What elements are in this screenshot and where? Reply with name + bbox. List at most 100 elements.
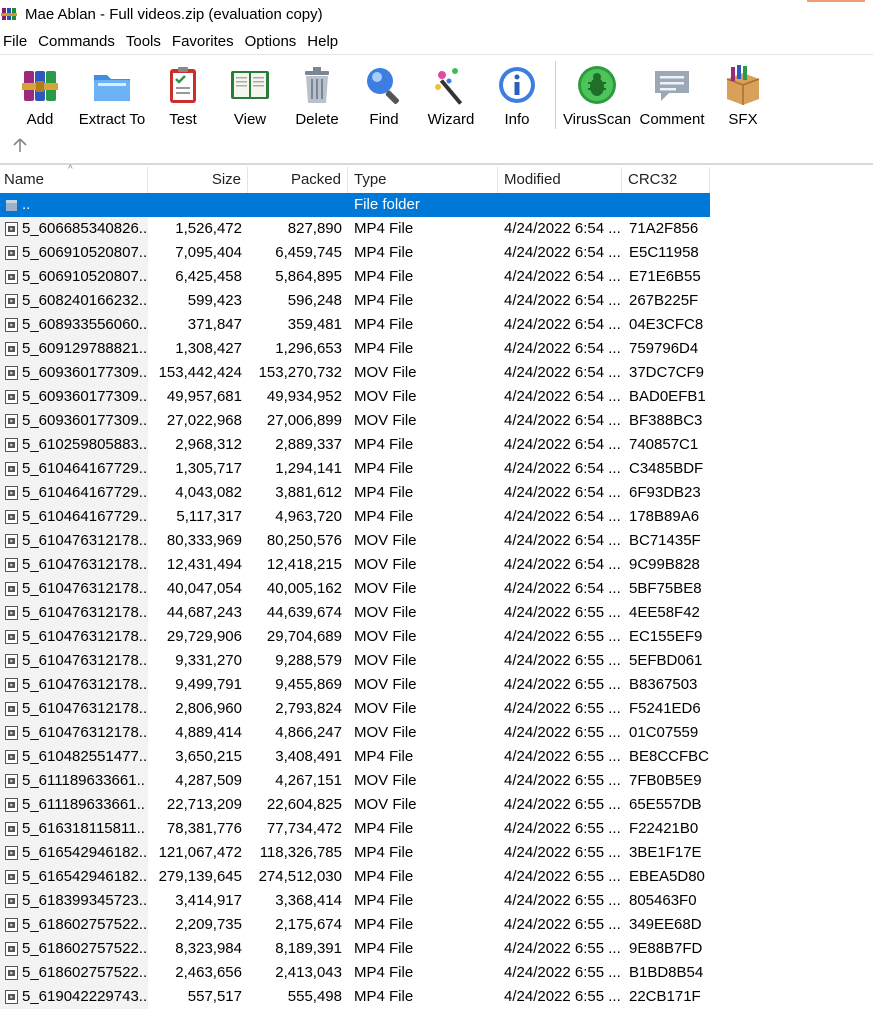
info-button[interactable]: Info [492,59,542,131]
file-row[interactable]: 5_610464167729... 4,043,082 3,881,612 MP4 F… [0,481,710,505]
file-size: 22,713,209 [166,796,242,813]
file-name: 5_610476312178... [22,556,146,573]
file-row[interactable]: 5_610482551477... 3,650,215 3,408,491 MP4 F… [0,745,710,769]
menu-commands[interactable]: Commands [35,30,119,54]
file-row[interactable]: 5_610476312178... 9,331,270 9,288,579 MOV F… [0,649,710,673]
video-file-icon [5,366,18,380]
file-type: MOV File [354,676,417,693]
video-file-icon [5,270,18,284]
file-row[interactable]: 5_616542946182... 121,067,472 118,326,785 M… [0,841,710,865]
up-arrow-icon[interactable] [12,137,28,153]
file-modified: 4/24/2022 6:55 ... [504,652,621,669]
file-type: MP4 File [354,964,414,981]
column-header-modified[interactable]: Modified [498,167,622,193]
comment-button[interactable]: Comment [636,59,708,131]
file-row[interactable]: 5_610476312178... 80,333,969 80,250,576 MOV… [0,529,710,553]
file-packed-size: 8,189,391 [275,940,342,957]
file-crc32: 740857C1 [629,436,699,453]
file-row[interactable]: 5_606910520807... 7,095,404 6,459,745 MP4 F… [0,241,710,265]
add-button[interactable]: Add [12,59,68,131]
file-row[interactable]: 5_610476312178... 29,729,906 29,704,689 MOV… [0,625,710,649]
file-modified: 4/24/2022 6:54 ... [504,292,621,309]
file-row[interactable]: 5_610476312178... 12,431,494 12,418,215 MOV… [0,553,710,577]
file-row[interactable]: 5_619042229743... 557,517 555,498 MP4 File 4… [0,985,710,1009]
file-packed-size: 2,413,043 [275,964,342,981]
file-row[interactable]: 5_610464167729... 5,117,317 4,963,720 MP4 F… [0,505,710,529]
file-type: MP4 File [354,508,414,525]
sfx-button[interactable]: SFX [716,59,770,131]
file-modified: 4/24/2022 6:54 ... [504,484,621,501]
file-row[interactable]: 5_609360177309... 153,442,424 153,270,732 M… [0,361,710,385]
file-row[interactable]: 5_610476312178... 9,499,791 9,455,869 MOV F… [0,673,710,697]
file-size: 27,022,968 [166,412,242,429]
menu-help[interactable]: Help [304,30,342,54]
file-row[interactable]: 5_609360177309... 27,022,968 27,006,899 MOV… [0,409,710,433]
file-row[interactable]: 5_610476312178... 44,687,243 44,639,674 MOV… [0,601,710,625]
file-modified: 4/24/2022 6:54 ... [504,436,621,453]
file-type: MP4 File [354,436,414,453]
column-header-crc32[interactable]: CRC32 [622,167,710,193]
file-name: 5_610476312178... [22,652,146,669]
file-name: 5_619042229743... [22,988,146,1005]
file-row[interactable]: 5_610476312178... 2,806,960 2,793,824 MOV F… [0,697,710,721]
winrar-app-icon[interactable] [1,6,17,22]
file-modified: 4/24/2022 6:55 ... [504,676,621,693]
virusscan-button[interactable]: VirusScan [562,59,632,131]
video-file-icon [5,774,18,788]
delete-label: Delete [295,111,339,128]
file-packed-size: 274,512,030 [258,868,342,885]
file-row[interactable]: 5_606910520807... 6,425,458 5,864,895 MP4 F… [0,265,710,289]
file-type: MP4 File [354,868,414,885]
file-size: 1,308,427 [175,340,242,357]
file-row[interactable]: 5_606685340826... 1,526,472 827,890 MP4 Fil… [0,217,710,241]
file-type: MOV File [354,532,417,549]
file-type: MOV File [354,724,417,741]
file-row[interactable]: 5_609129788821... 1,308,427 1,296,653 MP4 F… [0,337,710,361]
file-row[interactable]: 5_608933556060... 371,847 359,481 MP4 File 4… [0,313,710,337]
column-header-name[interactable]: Name ^ [0,165,148,193]
file-size: 371,847 [187,316,242,333]
file-row[interactable]: 5_610476312178... 4,889,414 4,866,247 MOV F… [0,721,710,745]
wizard-button[interactable]: Wizard [424,59,478,131]
file-row[interactable]: 5_611189633661... 22,713,209 22,604,825 MOV… [0,793,710,817]
menu-favorites[interactable]: Favorites [169,30,238,54]
parent-folder-row[interactable]: .. File folder [0,193,710,217]
delete-button[interactable]: Delete [290,59,344,131]
column-header-size[interactable]: Size [148,167,248,193]
file-row[interactable]: 5_616318115811... 78,381,776 77,734,472 MP4… [0,817,710,841]
file-row[interactable]: 5_616542946182... 279,139,645 274,512,030 M… [0,865,710,889]
file-crc32: 3BE1F17E [629,844,702,861]
file-packed-size: 40,005,162 [266,580,342,597]
file-row[interactable]: 5_610476312178... 40,047,054 40,005,162 MOV… [0,577,710,601]
file-row[interactable]: 5_610259805883... 2,968,312 2,889,337 MP4 F… [0,433,710,457]
file-type: MP4 File [354,244,414,261]
file-type: MP4 File [354,316,414,333]
file-row[interactable]: 5_610464167729... 1,305,717 1,294,141 MP4 F… [0,457,710,481]
file-row[interactable]: 5_618399345723... 3,414,917 3,368,414 MP4 F… [0,889,710,913]
file-packed-size: 555,498 [287,988,342,1005]
extract-to-button[interactable]: Extract To [76,59,148,131]
file-size: 40,047,054 [166,580,242,597]
video-file-icon [5,246,18,260]
find-button[interactable]: Find [358,59,410,131]
menu-file[interactable]: File [0,30,31,54]
column-header-packed[interactable]: Packed [248,167,348,193]
file-crc32: 7FB0B5E9 [629,772,702,789]
file-row[interactable]: 5_618602757522... 2,463,656 2,413,043 MP4 F… [0,961,710,985]
file-row[interactable]: 5_618602757522... 2,209,735 2,175,674 MP4 F… [0,913,710,937]
info-label: Info [504,111,530,128]
file-row[interactable]: 5_609360177309... 49,957,681 49,934,952 MOV… [0,385,710,409]
view-button[interactable]: View [222,59,278,131]
file-packed-size: 80,250,576 [266,532,342,549]
column-header-type[interactable]: Type [348,167,498,193]
file-modified: 4/24/2022 6:54 ... [504,220,621,237]
file-packed-size: 6,459,745 [275,244,342,261]
file-type: MOV File [354,364,417,381]
file-row[interactable]: 5_611189633661... 4,287,509 4,267,151 MOV F… [0,769,710,793]
test-button[interactable]: Test [158,59,208,131]
menu-tools[interactable]: Tools [123,30,165,54]
menu-options[interactable]: Options [242,30,301,54]
file-row[interactable]: 5_608240166232... 599,423 596,248 MP4 File 4… [0,289,710,313]
file-row[interactable]: 5_618602757522... 8,323,984 8,189,391 MP4 F… [0,937,710,961]
video-file-icon [5,942,18,956]
